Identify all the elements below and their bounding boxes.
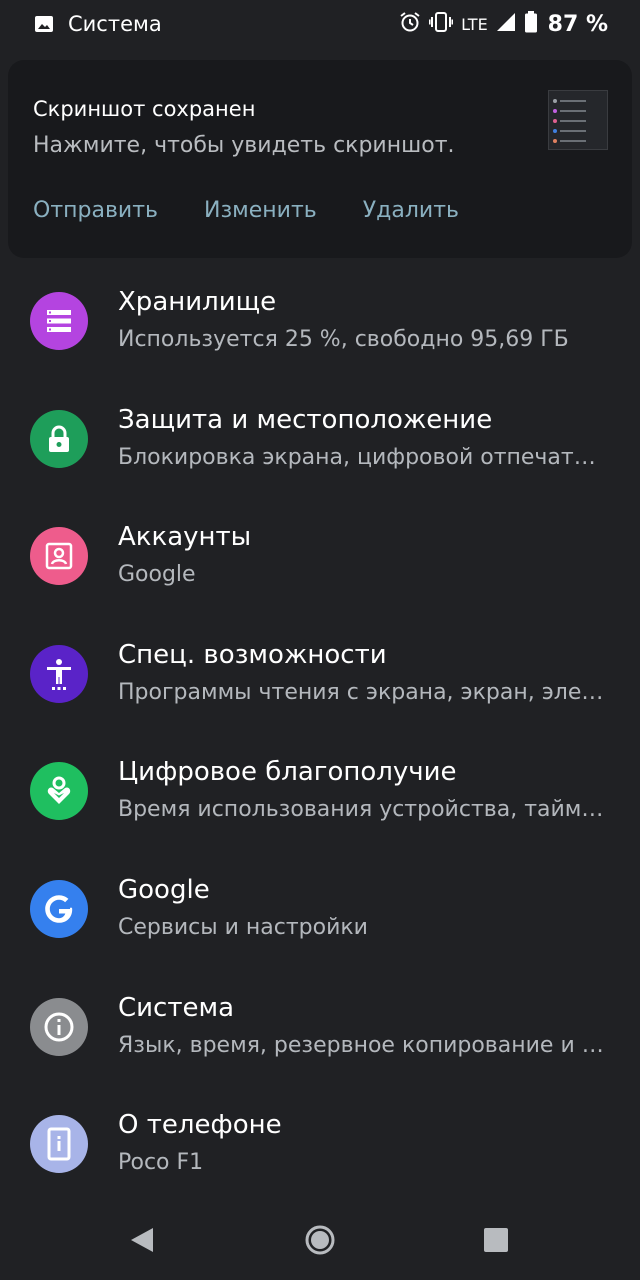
home-icon[interactable] [302, 1222, 338, 1258]
delete-button[interactable]: Удалить [363, 198, 459, 223]
setting-subtitle: Используется 25 %, свободно 95,69 ГБ [118, 327, 569, 352]
setting-digital-wellbeing[interactable]: Цифровое благополучие Время использовани… [0, 732, 640, 850]
edit-button[interactable]: Изменить [204, 198, 317, 223]
back-icon[interactable] [124, 1222, 160, 1258]
network-type: LTE [461, 14, 488, 34]
setting-subtitle: Сервисы и настройки [118, 914, 368, 940]
setting-title: Система [118, 992, 235, 1023]
notification-actions: Отправить Изменить Удалить [33, 198, 505, 223]
screenshot-notification[interactable]: Скриншот сохранен Нажмите, чтобы увидеть… [8, 60, 632, 258]
setting-system[interactable]: Система Язык, время, резервное копирован… [0, 968, 640, 1086]
setting-title: Google [118, 874, 210, 905]
setting-subtitle: Время использования устройства, таймеры … [118, 797, 608, 823]
google-icon [30, 879, 88, 938]
status-bar-app-name: Система [68, 12, 162, 36]
setting-security-location[interactable]: Защита и местоположение Блокировка экран… [0, 380, 640, 498]
setting-title: О телефоне [118, 1110, 282, 1141]
setting-about-phone[interactable]: О телефоне Poco F1 [0, 1085, 640, 1203]
settings-list: Хранилище Используется 25 %, свободно 95… [0, 262, 640, 1203]
setting-google[interactable]: Google Сервисы и настройки [0, 850, 640, 968]
alarm-icon [399, 11, 421, 37]
signal-icon [496, 12, 516, 36]
navigation-bar [0, 1200, 640, 1280]
wellbeing-icon [30, 762, 88, 821]
phone-info-icon [30, 1115, 88, 1174]
vibrate-icon [428, 11, 454, 37]
setting-title: Защита и местоположение [118, 404, 493, 435]
notification-title: Скриншот сохранен [33, 97, 256, 121]
screenshot-thumbnail[interactable] [548, 90, 608, 150]
setting-subtitle: Блокировка экрана, цифровой отпечаток па… [118, 444, 608, 470]
setting-storage[interactable]: Хранилище Используется 25 %, свободно 95… [0, 262, 640, 380]
setting-subtitle: Язык, время, резервное копирование и обн… [118, 1032, 608, 1058]
setting-title: Хранилище [118, 287, 277, 317]
recents-icon[interactable] [478, 1222, 514, 1258]
notification-text: Нажмите, чтобы увидеть скриншот. [33, 133, 455, 158]
setting-title: Аккаунты [118, 522, 252, 553]
info-icon [30, 997, 88, 1056]
setting-subtitle: Google [118, 562, 196, 588]
setting-title: Спец. возможности [118, 639, 387, 670]
status-bar: Система LTE 87 % [0, 0, 640, 48]
setting-subtitle: Программы чтения с экрана, экран, элемен… [118, 679, 608, 705]
accessibility-icon [30, 644, 88, 703]
account-icon [30, 527, 88, 586]
battery-percent: 87 % [547, 11, 608, 37]
storage-icon [30, 292, 88, 350]
settings-screen: Система LTE 87 % Скриншот сохранен Нажми… [0, 0, 640, 1280]
image-icon [34, 14, 54, 34]
setting-accessibility[interactable]: Спец. возможности Программы чтения с экр… [0, 615, 640, 733]
setting-title: Цифровое благополучие [118, 757, 457, 788]
status-bar-right: LTE 87 % [391, 10, 608, 38]
share-button[interactable]: Отправить [33, 198, 158, 223]
setting-accounts[interactable]: Аккаунты Google [0, 497, 640, 615]
setting-subtitle: Poco F1 [118, 1150, 204, 1176]
lock-icon [30, 409, 88, 468]
status-bar-left: Система [34, 10, 162, 38]
battery-icon [524, 11, 538, 37]
